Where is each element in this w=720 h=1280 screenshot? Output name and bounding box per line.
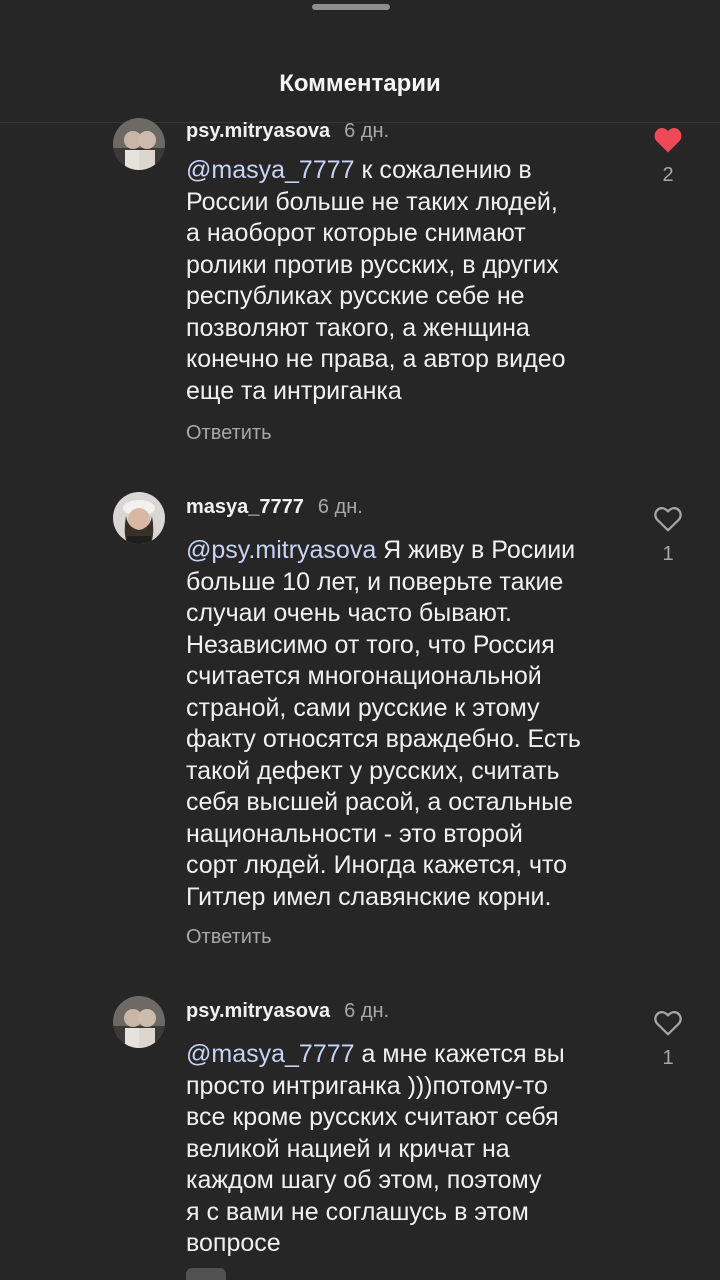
comment-meta: psy.mitryasova 6 дн. — [186, 120, 389, 143]
timestamp: 6 дн. — [344, 120, 390, 142]
mention-link[interactable]: @masya_7777 — [186, 1040, 355, 1068]
like-button[interactable]: 1 — [646, 505, 690, 566]
comment-text: @masya_7777 а мне кажется вы просто интр… — [186, 1039, 626, 1260]
avatar[interactable] — [113, 492, 165, 544]
mention-link[interactable]: @masya_7777 — [186, 156, 355, 184]
username[interactable]: psy.mitryasova — [186, 120, 330, 142]
avatar-image — [113, 492, 165, 544]
comment-body: к сожалению в России больше не таких люд… — [186, 156, 566, 405]
heart-outline-icon — [654, 507, 682, 532]
like-button[interactable]: 1 — [646, 1009, 690, 1070]
drag-handle[interactable] — [312, 4, 390, 10]
heart-filled-icon — [654, 128, 682, 153]
like-count: 2 — [662, 164, 674, 186]
timestamp: 6 дн. — [317, 496, 363, 518]
page-title: Комментарии — [279, 70, 441, 97]
reply-button[interactable]: Ответить — [186, 422, 272, 445]
like-count: 1 — [662, 543, 674, 565]
avatar[interactable] — [113, 118, 165, 170]
like-button[interactable]: 2 — [646, 126, 690, 187]
comment-meta: masya_7777 6 дн. — [186, 496, 363, 519]
reply-button[interactable]: Ответить — [186, 926, 272, 949]
comment-body: Я живу в Росиии больше 10 лет, и поверьт… — [186, 536, 581, 911]
comment-body: а мне кажется вы просто интриганка )))по… — [186, 1040, 565, 1257]
avatar-image — [113, 118, 165, 170]
comment-text: @psy.mitryasova Я живу в Росиии больше 1… — [186, 535, 626, 913]
like-count: 1 — [662, 1047, 674, 1069]
username[interactable]: masya_7777 — [186, 496, 304, 518]
username[interactable]: psy.mitryasova — [186, 1000, 330, 1022]
heart-outline-icon — [654, 1011, 682, 1036]
avatar-image — [113, 996, 165, 1048]
reply-button-partial — [186, 1268, 226, 1280]
timestamp: 6 дн. — [344, 1000, 390, 1022]
comments-sheet: Комментарии psy.mitryasova 6 дн. @masya_7… — [0, 0, 720, 1280]
avatar[interactable] — [113, 996, 165, 1048]
comment-text: @masya_7777 к сожалению в России больше … — [186, 155, 626, 407]
comment-meta: psy.mitryasova 6 дн. — [186, 1000, 389, 1023]
mention-link[interactable]: @psy.mitryasova — [186, 536, 376, 564]
